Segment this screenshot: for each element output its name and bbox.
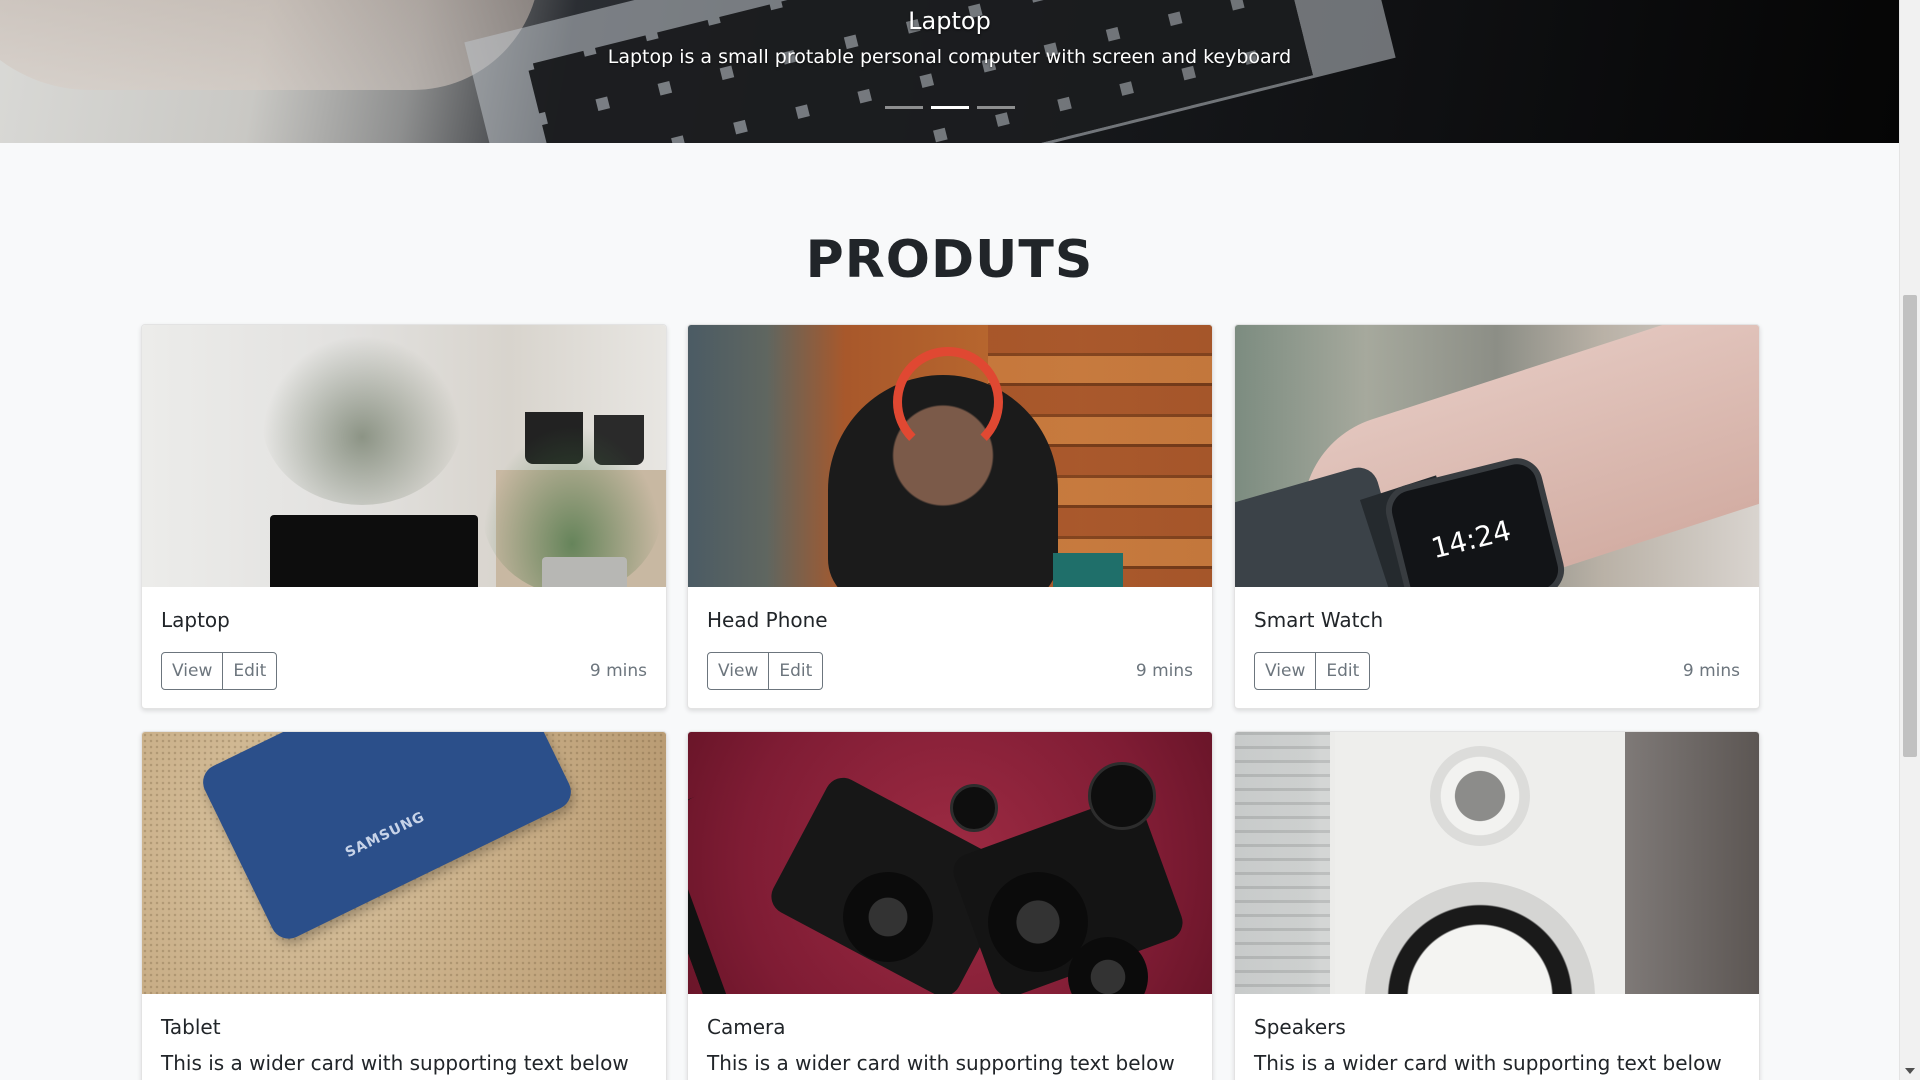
product-card-headphone: Head Phone View Edit 9 mins xyxy=(687,324,1213,709)
card-title: Head Phone xyxy=(707,608,828,632)
hero-carousel[interactable]: Laptop Laptop is a small protable person… xyxy=(0,0,1899,143)
scrollbar-thumb[interactable] xyxy=(1903,295,1917,757)
laptop-image xyxy=(142,325,666,587)
carousel-caption: Laptop Laptop is a small protable person… xyxy=(0,4,1899,72)
card-title: Speakers xyxy=(1254,1015,1346,1039)
camera-image xyxy=(688,732,1212,994)
product-card-tablet: SAMSUNG Tablet This is a wider card with… xyxy=(141,731,667,1080)
card-button-group: View Edit xyxy=(707,652,824,690)
tablet-image: SAMSUNG xyxy=(142,732,666,994)
edit-button[interactable]: Edit xyxy=(222,652,278,690)
card-time: 9 mins xyxy=(1135,661,1193,681)
card-text: This is a wider card with supporting tex… xyxy=(707,1051,1175,1075)
card-text: This is a wider card with supporting tex… xyxy=(161,1051,629,1075)
card-title: Smart Watch xyxy=(1254,608,1384,632)
card-title: Camera xyxy=(707,1015,786,1039)
scroll-down-arrow-icon[interactable] xyxy=(1905,1068,1915,1074)
card-title: Laptop xyxy=(161,608,230,632)
product-card-smartwatch: 14:24 Smart Watch View Edit 9 mins xyxy=(1234,324,1760,709)
card-text: This is a wider card with supporting tex… xyxy=(1254,1051,1722,1075)
carousel-text: Laptop is a small protable personal comp… xyxy=(607,46,1292,68)
page-scrollbar[interactable] xyxy=(1899,0,1920,1080)
watch-time-text: 14:24 xyxy=(1427,513,1515,566)
product-card-laptop: Laptop View Edit 9 mins xyxy=(141,324,667,709)
carousel-indicator-2[interactable] xyxy=(930,106,969,109)
smartwatch-image: 14:24 xyxy=(1235,325,1759,587)
edit-button[interactable]: Edit xyxy=(768,652,824,690)
card-button-group: View Edit xyxy=(161,652,278,690)
card-time: 9 mins xyxy=(589,661,647,681)
edit-button[interactable]: Edit xyxy=(1315,652,1371,690)
carousel-indicators xyxy=(0,106,1899,109)
view-button[interactable]: View xyxy=(707,652,770,690)
card-title: Tablet xyxy=(161,1015,221,1039)
view-button[interactable]: View xyxy=(161,652,224,690)
carousel-title: Laptop xyxy=(908,7,991,35)
product-card-camera: Camera This is a wider card with support… xyxy=(687,731,1213,1080)
section-title: PRODUTS xyxy=(805,230,1094,290)
carousel-indicator-1[interactable] xyxy=(884,106,923,109)
speaker-image xyxy=(1235,732,1759,994)
carousel-indicator-3[interactable] xyxy=(976,106,1015,109)
headphone-image xyxy=(688,325,1212,587)
view-button[interactable]: View xyxy=(1254,652,1317,690)
card-time: 9 mins xyxy=(1682,661,1740,681)
product-card-speakers: Speakers This is a wider card with suppo… xyxy=(1234,731,1760,1080)
card-button-group: View Edit xyxy=(1254,652,1371,690)
